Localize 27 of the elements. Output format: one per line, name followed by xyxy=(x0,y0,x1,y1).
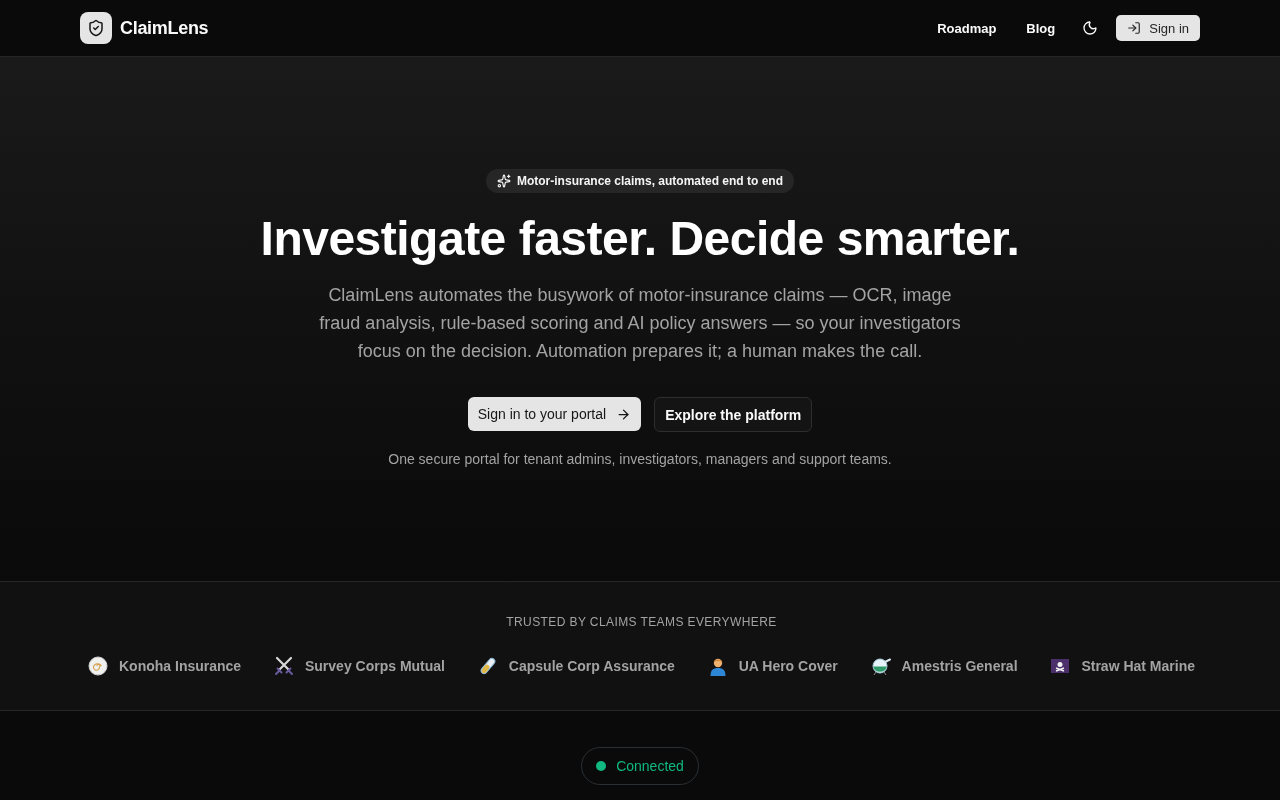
partner-name: Capsule Corp Assurance xyxy=(508,658,675,674)
hero-note: One secure portal for tenant admins, investigators, managers and support teams. xyxy=(388,451,892,467)
hero-description: ClaimLens automates the busywork of motor-insurance claims — OCR, image fraud analysis, rule-based scoring and AI policy answers — so your investigators focus on the decision. Automation prepares it; a human makes the call. xyxy=(318,284,962,363)
partner-name: Straw Hat Marine xyxy=(1081,658,1195,674)
sign-in-button[interactable]: Sign in xyxy=(1116,15,1200,41)
nav-link[interactable]: Blog xyxy=(1013,14,1069,42)
portal-sign-in-button[interactable]: Sign in to your portal xyxy=(467,397,642,431)
brand-name: ClaimLens xyxy=(120,17,209,39)
sign-in-icon xyxy=(1127,21,1142,35)
moon-icon xyxy=(1082,20,1099,36)
hero-title: Investigate faster. Decide smarter. xyxy=(260,211,1020,267)
status-label: Connected xyxy=(616,758,684,774)
shield-logo-icon xyxy=(80,12,112,44)
partner-name: UA Hero Cover xyxy=(738,658,838,674)
partner-name: Survey Corps Mutual xyxy=(305,658,445,674)
badge-text: Motor-insurance claims, automated end to end xyxy=(516,174,783,188)
crossed-swords-icon xyxy=(274,656,294,676)
sparkles-icon xyxy=(496,174,511,188)
partner-name: Amestris General xyxy=(901,658,1018,674)
spiral-disc-icon xyxy=(88,656,108,676)
nav-link[interactable]: Roadmap xyxy=(924,14,1010,42)
arrow-right-icon xyxy=(616,406,632,422)
flask-icon xyxy=(870,656,891,676)
explore-button[interactable]: Explore the platform xyxy=(654,397,813,432)
trusted-heading: TRUSTED BY CLAIMS TEAMS EVERYWHERE xyxy=(506,615,777,629)
pirate-flag-icon xyxy=(1050,656,1071,676)
partner-name: Konoha Insurance xyxy=(119,658,242,674)
